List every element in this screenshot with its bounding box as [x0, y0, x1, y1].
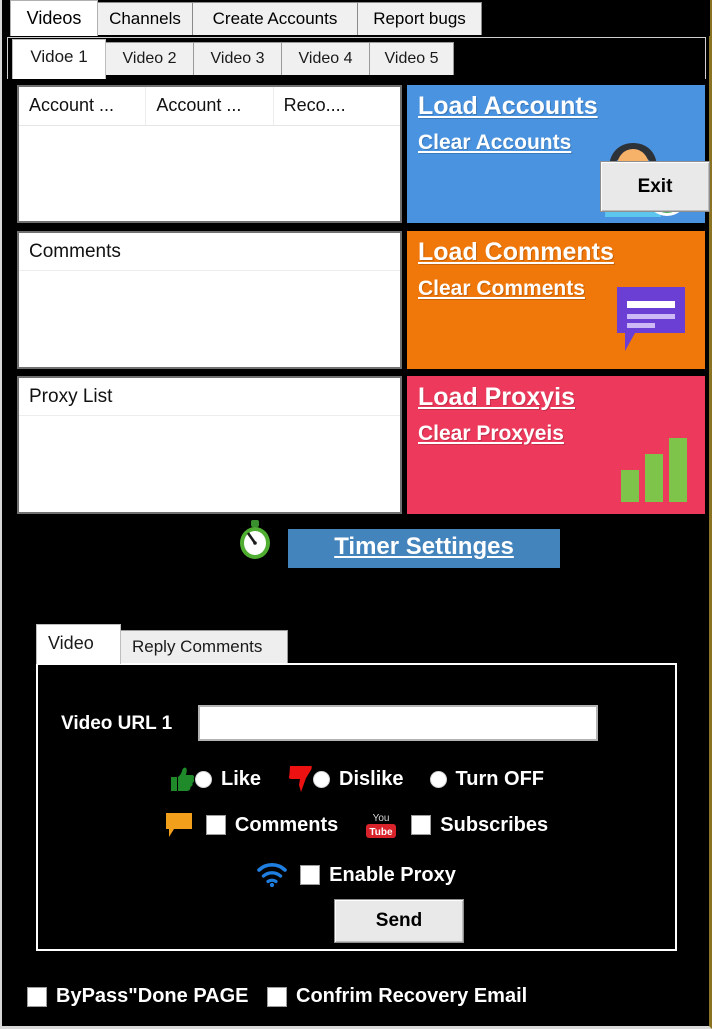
bar-chart-icon [619, 430, 689, 502]
bypass-done-page-label: ByPass"Done PAGE [56, 985, 249, 1007]
dislike-option[interactable]: Dislike [287, 765, 404, 793]
speech-bubble-icon [165, 812, 193, 838]
proxy-action-panel: Load Proxyis Clear Proxyeis [407, 376, 705, 514]
confirm-recovery-email-checkbox[interactable] [267, 986, 287, 1007]
tab-label: Vidoe 1 [30, 47, 88, 66]
accounts-grid-header: Account ... Account ... Reco.... [19, 87, 400, 126]
svg-text:Tube: Tube [370, 827, 394, 838]
action-options-row: Comments You Tube Subscribes [38, 807, 675, 843]
tab-video-5[interactable]: Video 5 [369, 42, 454, 75]
subscribes-checkbox[interactable] [411, 815, 432, 835]
tab-video-form[interactable]: Video [36, 624, 121, 664]
tab-label: Video 4 [298, 50, 353, 67]
tab-reply-comments[interactable]: Reply Comments [120, 630, 288, 664]
like-label: Like [220, 767, 262, 790]
enable-proxy-option[interactable]: Enable Proxy [257, 863, 456, 888]
subscribes-option[interactable]: You Tube Subscribes [364, 810, 548, 840]
comments-row: Comments Load Comments Clear Comments [8, 231, 705, 369]
comments-checkbox[interactable] [205, 815, 226, 835]
load-proxies-button[interactable]: Load Proxyis [418, 383, 575, 412]
column-header-comments[interactable]: Comments [19, 233, 400, 271]
tab-content-video-1: Account ... Account ... Reco.... Load Ac… [8, 79, 710, 1024]
comments-label: Comments [234, 813, 339, 836]
tab-label: Create Accounts [212, 9, 338, 28]
video-url-row: Video URL 1 [38, 705, 675, 745]
like-radio[interactable] [194, 770, 212, 788]
video-form-panel: Video URL 1 Like Dislike Turn OFF Commen… [36, 663, 677, 951]
clear-accounts-button[interactable]: Clear Accounts [418, 131, 571, 155]
timer-settings-button[interactable]: Timer Settinges [288, 529, 560, 568]
load-comments-button[interactable]: Load Comments [418, 238, 614, 267]
bypass-done-page-option[interactable]: ByPass"Done PAGE [27, 985, 249, 1008]
send-button[interactable]: Send [334, 899, 464, 943]
confirm-recovery-email-option[interactable]: Confrim Recovery Email [267, 985, 527, 1008]
accounts-grid[interactable]: Account ... Account ... Reco.... [17, 85, 402, 223]
dislike-radio[interactable] [313, 770, 331, 788]
enable-proxy-checkbox[interactable] [300, 865, 321, 885]
enable-proxy-label: Enable Proxy [329, 863, 456, 886]
tab-label: Reply Comments [132, 637, 263, 656]
turn-off-radio[interactable] [429, 770, 447, 788]
svg-text:You: You [373, 813, 390, 824]
load-accounts-button[interactable]: Load Accounts [418, 92, 598, 121]
column-header-recovery[interactable]: Reco.... [274, 87, 400, 125]
bypass-done-page-checkbox[interactable] [27, 986, 47, 1007]
comments-list[interactable]: Comments [17, 231, 402, 369]
application-window: Videos Channels Create Accounts Report b… [0, 0, 712, 1029]
dislike-label: Dislike [339, 767, 404, 790]
wifi-icon [257, 863, 287, 888]
tab-label: Video [48, 633, 94, 653]
column-header-account-1[interactable]: Account ... [19, 87, 147, 125]
main-tab-bar: Videos Channels Create Accounts Report b… [6, 0, 710, 36]
tab-videos[interactable]: Videos [10, 0, 98, 36]
column-header-account-2[interactable]: Account ... [146, 87, 274, 125]
comments-list-body[interactable] [19, 271, 400, 367]
reaction-options-row: Like Dislike Turn OFF [38, 761, 675, 797]
clear-comments-button[interactable]: Clear Comments [418, 277, 585, 301]
tab-video-4[interactable]: Video 4 [281, 42, 370, 75]
tab-report-bugs[interactable]: Report bugs [357, 2, 482, 35]
tab-create-accounts[interactable]: Create Accounts [192, 2, 358, 35]
enable-proxy-row: Enable Proxy [38, 857, 675, 893]
proxy-row: Proxy List Load Proxyis Clear Proxyeis [8, 376, 705, 514]
form-tab-bar: Video Reply Comments [36, 624, 676, 664]
video-url-label: Video URL 1 [61, 713, 173, 734]
tab-video-3[interactable]: Video 3 [193, 42, 282, 75]
confirm-recovery-email-label: Confrim Recovery Email [296, 985, 528, 1007]
stopwatch-icon [237, 520, 273, 560]
proxy-list-body[interactable] [19, 416, 400, 512]
comments-action-panel: Load Comments Clear Comments [407, 231, 705, 369]
thumbs-up-icon [169, 766, 195, 792]
proxy-list[interactable]: Proxy List [17, 376, 402, 514]
turn-off-option[interactable]: Turn OFF [429, 767, 545, 791]
like-option[interactable]: Like [169, 766, 261, 792]
video-tab-bar: Vidoe 1 Video 2 Video 3 Video 4 Video 5 [7, 37, 706, 79]
timer-settings-row: Timer Settinges [8, 514, 705, 570]
exit-button[interactable]: Exit [600, 161, 710, 212]
turn-off-label: Turn OFF [455, 767, 545, 790]
tab-channels[interactable]: Channels [97, 2, 193, 35]
comments-option[interactable]: Comments [165, 812, 338, 838]
tab-label: Report bugs [373, 9, 466, 28]
tab-label: Video 3 [210, 50, 265, 67]
tab-label: Video 5 [384, 50, 439, 67]
tab-label: Videos [26, 8, 82, 28]
tab-video-1[interactable]: Vidoe 1 [12, 39, 106, 79]
chat-bubble-icon [615, 285, 687, 355]
clear-proxies-button[interactable]: Clear Proxyeis [418, 422, 564, 446]
tab-label: Video 2 [122, 50, 177, 67]
tab-video-2[interactable]: Video 2 [105, 42, 194, 75]
footer-bar: ByPass"Done PAGE Confrim Recovery Email [8, 973, 705, 1024]
tab-label: Channels [109, 9, 181, 28]
subscribes-label: Subscribes [440, 813, 549, 836]
youtube-icon: You Tube [364, 810, 398, 840]
video-url-input[interactable] [198, 705, 598, 741]
column-header-proxy-list[interactable]: Proxy List [19, 378, 400, 416]
thumbs-down-icon [287, 765, 313, 793]
accounts-grid-body[interactable] [19, 126, 400, 221]
